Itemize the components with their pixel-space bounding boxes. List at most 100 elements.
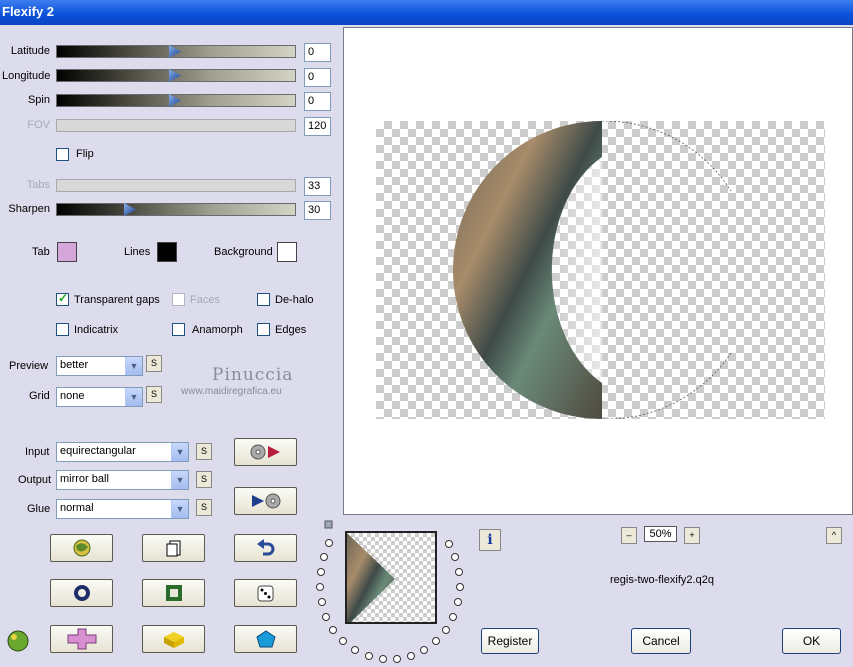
chevron-down-icon: ▼: [171, 500, 188, 518]
check-icon: ✓: [58, 291, 69, 305]
output-s-button[interactable]: S: [196, 471, 212, 488]
cross-icon: [67, 628, 96, 650]
mirror-ball-preview: [453, 121, 732, 419]
de-halo-label: De-halo: [275, 294, 314, 306]
preview-value: better: [60, 359, 89, 371]
grid-select[interactable]: none ▼: [56, 387, 143, 407]
info-button[interactable]: i: [479, 529, 501, 551]
output-select[interactable]: mirror ball ▼: [56, 470, 189, 490]
spin-value[interactable]: 0: [304, 92, 331, 111]
sharpen-label: Sharpen: [8, 203, 50, 215]
slider-thumb[interactable]: [169, 94, 181, 107]
spin-label: Spin: [27, 94, 50, 106]
preview-label: Preview: [9, 360, 49, 372]
spin-slider[interactable]: [56, 94, 296, 107]
frame-button[interactable]: [142, 579, 205, 607]
background-color-swatch[interactable]: [277, 242, 297, 262]
chevron-down-icon: ▼: [125, 388, 142, 406]
chevron-down-icon: ▼: [125, 357, 142, 375]
slider-thumb[interactable]: [169, 69, 181, 82]
preview-s-button[interactable]: S: [146, 355, 162, 372]
lines-color-label: Lines: [124, 246, 151, 258]
watermark-url: www.maidiregrafica.eu: [181, 386, 282, 397]
glue-label: Glue: [27, 503, 51, 515]
undo-button[interactable]: [234, 534, 297, 562]
copy-page-button[interactable]: [142, 534, 205, 562]
play-disc-button[interactable]: [234, 487, 297, 515]
zoom-level: 50%: [644, 526, 677, 542]
watermark-name: Pinuccia: [212, 365, 294, 385]
disc-play-button[interactable]: [234, 438, 297, 466]
glue-s-button[interactable]: S: [196, 499, 212, 516]
output-label: Output: [18, 474, 52, 486]
background-color-label: Background: [214, 246, 273, 258]
dice-icon: [257, 585, 273, 602]
plugin-logo-icon: [7, 630, 29, 652]
preset-filename: regis-two-flexify2.q2q: [610, 574, 714, 586]
title-bar: Flexify 2: [0, 0, 853, 25]
latitude-label: Latitude: [10, 45, 50, 57]
preview-select[interactable]: better ▼: [56, 356, 143, 376]
indicatrix-label: Indicatrix: [74, 324, 119, 336]
zoom-in-button[interactable]: +: [684, 527, 700, 544]
tab-color-label: Tab: [32, 246, 50, 258]
fov-value[interactable]: 120: [304, 117, 331, 136]
dice-button[interactable]: [234, 579, 297, 607]
disc-play-icon: [250, 444, 280, 460]
navigator-ring: [316, 520, 464, 663]
grid-value: none: [60, 390, 85, 402]
latitude-slider[interactable]: [56, 45, 296, 58]
register-button[interactable]: Register: [481, 628, 539, 654]
slider-thumb[interactable]: [169, 45, 181, 58]
grid-s-button[interactable]: S: [146, 386, 162, 403]
sharpen-slider[interactable]: [56, 203, 296, 216]
gem-button[interactable]: [234, 625, 297, 653]
transparent-gaps-checkbox[interactable]: ✓: [56, 291, 69, 306]
brick-icon: [163, 632, 184, 648]
flip-checkbox[interactable]: [56, 148, 69, 161]
input-label: Input: [25, 446, 50, 458]
collapse-button[interactable]: ^: [826, 527, 842, 544]
input-select[interactable]: equirectangular ▼: [56, 442, 189, 462]
ring-button[interactable]: [50, 579, 113, 607]
latitude-value[interactable]: 0: [304, 43, 331, 62]
zoom-out-button[interactable]: –: [621, 527, 637, 544]
fov-label: FOV: [27, 119, 50, 131]
frame-icon: [165, 585, 182, 601]
slider-thumb[interactable]: [124, 203, 136, 216]
undo-icon: [256, 539, 274, 556]
de-halo-checkbox[interactable]: [257, 293, 270, 306]
input-s-button[interactable]: S: [196, 443, 212, 460]
ring-icon: [73, 585, 90, 601]
ok-button[interactable]: OK: [782, 628, 841, 654]
anamorph-label: Anamorph: [192, 324, 243, 336]
transparent-gaps-label: Transparent gaps: [74, 294, 160, 306]
chevron-down-icon: ▼: [171, 443, 188, 461]
globe-icon: [73, 539, 90, 557]
edges-checkbox[interactable]: [257, 323, 270, 336]
tabs-slider[interactable]: [56, 179, 296, 192]
faces-label: Faces: [190, 294, 220, 306]
randomize-globe-button[interactable]: [50, 534, 113, 562]
page-icon: [166, 540, 180, 557]
cross-button[interactable]: [50, 625, 113, 653]
longitude-label: Longitude: [2, 70, 51, 82]
cancel-button[interactable]: Cancel: [631, 628, 691, 654]
output-value: mirror ball: [60, 473, 109, 485]
gem-icon: [255, 630, 276, 648]
anamorph-checkbox[interactable]: [172, 323, 185, 336]
longitude-value[interactable]: 0: [304, 68, 331, 87]
longitude-slider[interactable]: [56, 69, 296, 82]
sharpen-value[interactable]: 30: [304, 201, 331, 220]
brick-button[interactable]: [142, 625, 205, 653]
flip-label: Flip: [76, 148, 94, 160]
glue-select[interactable]: normal ▼: [56, 499, 189, 519]
tabs-value[interactable]: 33: [304, 177, 331, 196]
tab-color-swatch[interactable]: [57, 242, 77, 262]
input-value: equirectangular: [60, 445, 136, 457]
play-disc-icon: [251, 493, 280, 509]
indicatrix-checkbox[interactable]: [56, 323, 69, 336]
fov-slider[interactable]: [56, 119, 296, 132]
faces-checkbox[interactable]: [172, 293, 185, 306]
lines-color-swatch[interactable]: [157, 242, 177, 262]
